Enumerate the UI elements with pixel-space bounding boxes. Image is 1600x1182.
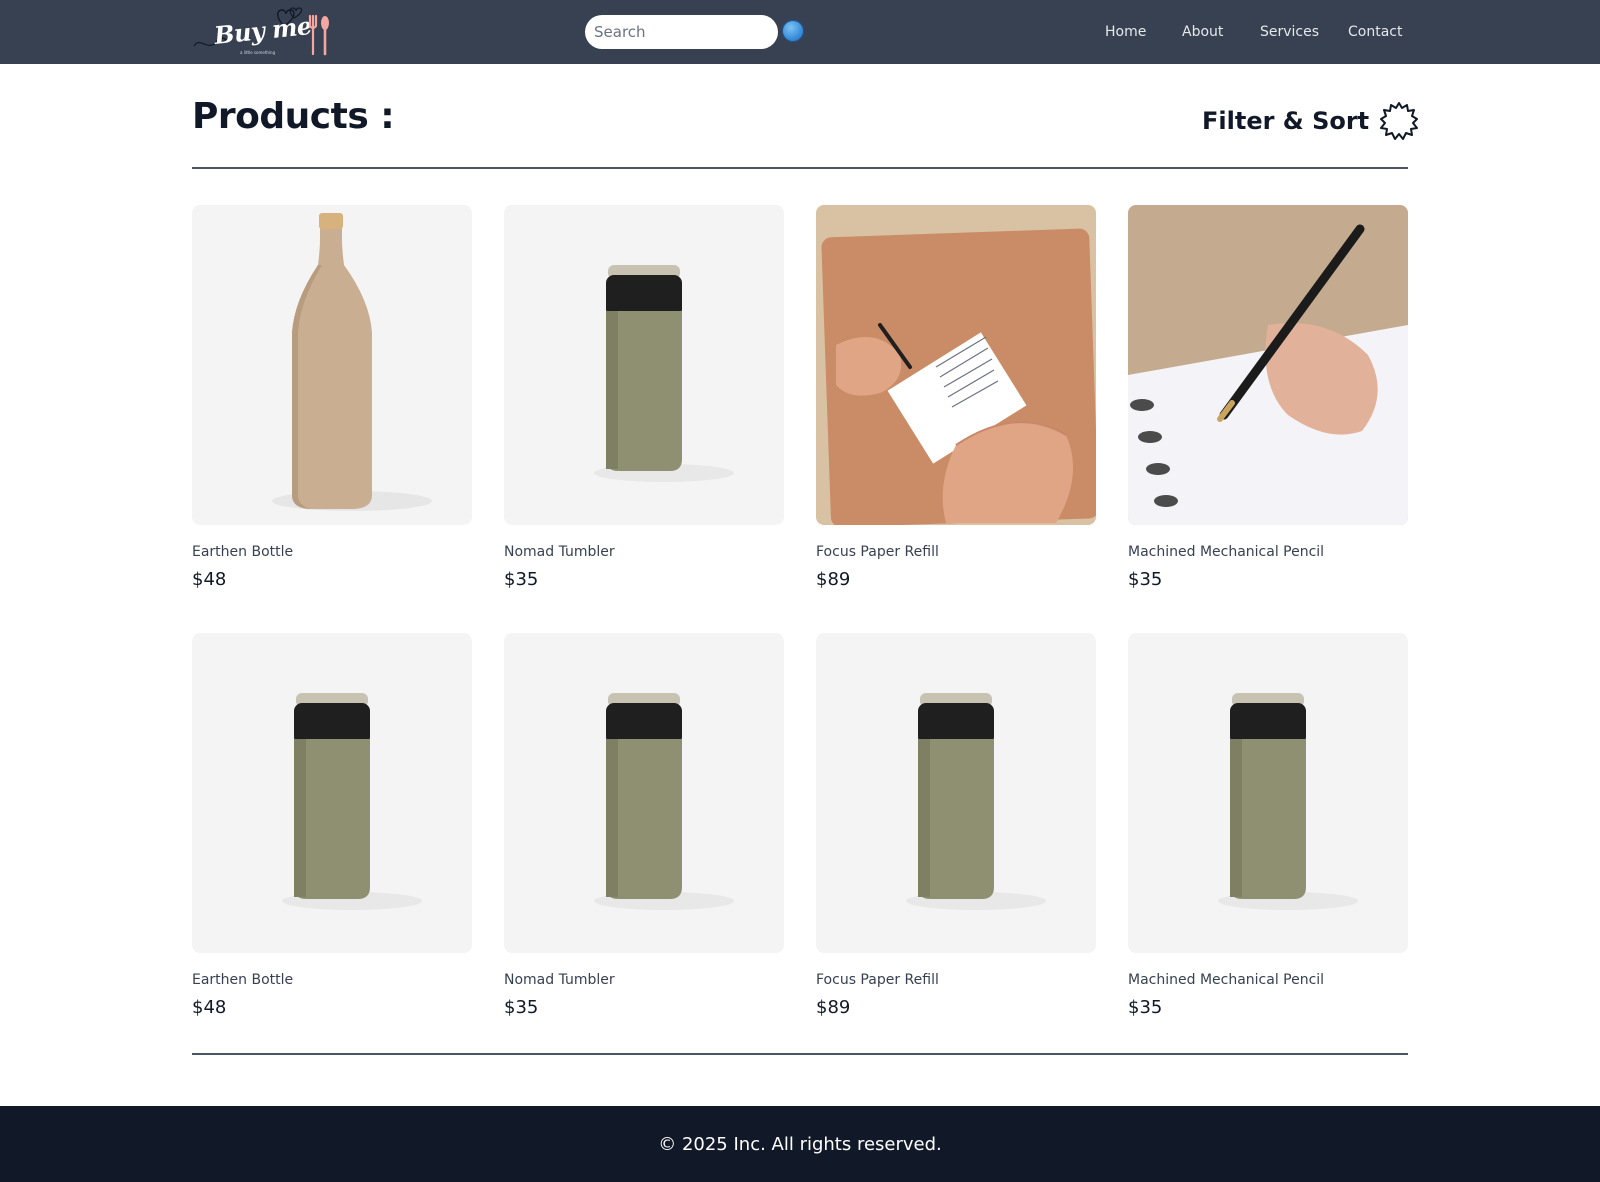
tumbler-illustration (1218, 693, 1358, 910)
logo-tagline: a little something (240, 50, 276, 55)
product-card[interactable]: Focus Paper Refill $89 (816, 633, 1096, 1023)
tumbler-illustration (594, 693, 734, 910)
tumbler-illustration (594, 265, 734, 482)
product-card[interactable]: Nomad Tumbler $35 (504, 633, 784, 1023)
product-price: $89 (816, 569, 851, 590)
header-divider (192, 167, 1408, 169)
filter-sort-button[interactable]: Filter & Sort (1202, 100, 1419, 142)
product-card[interactable]: Earthen Bottle $48 (192, 205, 472, 595)
product-card[interactable]: Machined Mechanical Pencil $35 (1128, 205, 1408, 595)
product-image (192, 633, 472, 953)
page-title: Products : (192, 96, 395, 137)
product-image (192, 205, 472, 525)
product-price: $89 (816, 997, 851, 1018)
product-price: $35 (1128, 569, 1163, 590)
pencil-illustration (1128, 205, 1408, 525)
brand-logo[interactable]: Buy me a little something (192, 4, 342, 60)
product-price: $48 (192, 569, 227, 590)
top-navbar: Buy me a little something Home About Ser… (0, 0, 1600, 64)
product-card[interactable]: Focus Paper Refill $89 (816, 205, 1096, 595)
product-name: Nomad Tumbler (504, 544, 615, 560)
earthen-bottle-illustration (272, 213, 432, 511)
fork-spoon-icon (308, 14, 329, 56)
product-price: $48 (192, 997, 227, 1018)
product-image (816, 205, 1096, 525)
nav-link-services[interactable]: Services (1260, 24, 1319, 40)
search-input[interactable] (585, 15, 778, 49)
product-name: Machined Mechanical Pencil (1128, 544, 1325, 560)
search-button[interactable] (782, 20, 804, 42)
product-image (1128, 633, 1408, 953)
product-card[interactable]: Machined Mechanical Pencil $35 (1128, 633, 1408, 1023)
product-name: Earthen Bottle (192, 972, 294, 988)
product-card[interactable]: Nomad Tumbler $35 (504, 205, 784, 595)
tumbler-illustration (282, 693, 422, 910)
logo-text: Buy me (212, 10, 313, 51)
product-name: Earthen Bottle (192, 544, 294, 560)
product-card[interactable]: Earthen Bottle $48 (192, 633, 472, 1023)
page-footer: © 2025 Inc. All rights reserved. (0, 1106, 1600, 1182)
product-name: Focus Paper Refill (816, 972, 939, 988)
product-image (504, 205, 784, 525)
product-price: $35 (504, 997, 539, 1018)
product-name: Focus Paper Refill (816, 544, 939, 560)
nav-link-contact[interactable]: Contact (1348, 24, 1402, 40)
paper-refill-illustration (816, 205, 1096, 525)
copyright-text: © 2025 Inc. All rights reserved. (658, 1133, 942, 1155)
filter-sort-label: Filter & Sort (1202, 107, 1370, 135)
nav-link-about[interactable]: About (1182, 24, 1223, 40)
tumbler-illustration (906, 693, 1046, 910)
product-image (1128, 205, 1408, 525)
product-name: Machined Mechanical Pencil (1128, 972, 1325, 988)
product-price: $35 (504, 569, 539, 590)
product-price: $35 (1128, 997, 1163, 1018)
footer-divider (192, 1053, 1408, 1055)
product-image (816, 633, 1096, 953)
product-name: Nomad Tumbler (504, 972, 615, 988)
nav-link-home[interactable]: Home (1105, 24, 1146, 40)
gear-icon (1380, 102, 1419, 140)
product-image (504, 633, 784, 953)
